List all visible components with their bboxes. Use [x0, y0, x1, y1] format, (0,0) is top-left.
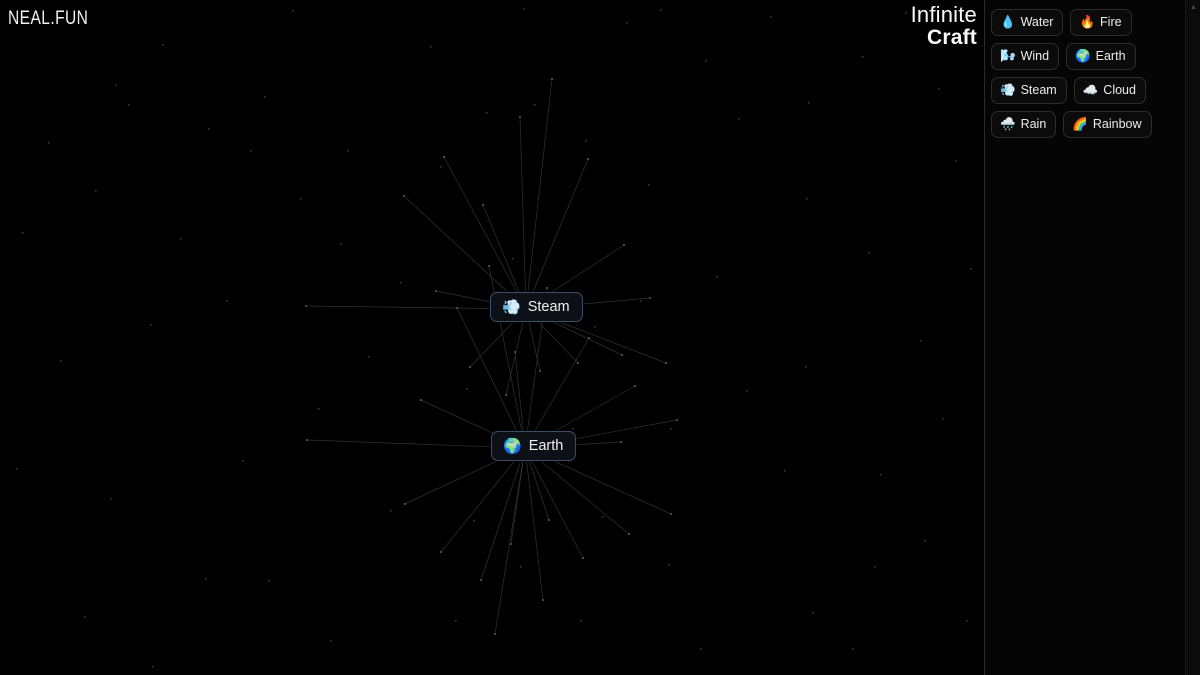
fire-emoji: 🔥	[1079, 15, 1096, 30]
node-connection-rays	[305, 78, 678, 635]
element-item-rain[interactable]: 🌧️ Rain	[991, 110, 1057, 138]
element-item-label: Fire	[1100, 15, 1122, 29]
cloud-emoji: ☁️	[1082, 82, 1099, 97]
rainbow-emoji: 🌈	[1072, 116, 1088, 131]
element-item-steam[interactable]: 💨 Steam	[991, 76, 1067, 104]
canvas-node-earth[interactable]: 🌍 Earth	[491, 431, 577, 461]
element-item-water[interactable]: 💧 Water	[991, 9, 1064, 36]
element-item-label: Water	[1020, 15, 1054, 29]
element-item-earth[interactable]: 🌍 Earth	[1066, 42, 1136, 70]
game-title: Infinite Craft	[905, 2, 977, 49]
element-item-rainbow[interactable]: 🌈 Rainbow	[1063, 110, 1152, 138]
steam-emoji: 💨	[502, 298, 521, 316]
game-title-line2: Craft	[926, 25, 977, 49]
canvas-node-steam[interactable]: 💨 Steam	[490, 292, 583, 322]
canvas-node-label: Steam	[527, 299, 570, 315]
canvas-node-label: Earth	[528, 438, 564, 454]
element-item-label: Cloud	[1103, 82, 1136, 97]
sidebar-scrollbar[interactable]: ▲	[1185, 0, 1200, 675]
earth-globe-emoji: 🌍	[1075, 49, 1091, 64]
element-item-label: Earth	[1095, 48, 1126, 63]
element-item-label: Steam	[1020, 82, 1057, 97]
element-item-fire[interactable]: 🔥 Fire	[1070, 9, 1132, 36]
rain-cloud-emoji: 🌧️	[1000, 116, 1016, 131]
scroll-up-arrow-icon[interactable]: ▲	[1186, 0, 1200, 14]
infinite-craft-canvas[interactable]: NEAL.FUN 💨 Steam 🌍 Earth	[0, 0, 984, 675]
game-title-line1: Infinite	[910, 2, 977, 27]
earth-emoji: 🌍	[503, 437, 522, 455]
neal-fun-logo[interactable]: NEAL.FUN	[8, 8, 88, 30]
element-item-label: Wind	[1020, 48, 1050, 63]
element-sidebar: 💧 Water 🔥 Fire 🌬️ Wind 🌍 Earth 💨 Steam ☁️ Cloud 🌧️ Ra…	[984, 0, 1200, 675]
element-item-label: Rain	[1020, 116, 1047, 131]
steam-emoji: 💨	[1000, 82, 1016, 97]
element-item-cloud[interactable]: ☁️ Cloud	[1073, 76, 1146, 104]
wind-emoji: 🌬️	[1000, 49, 1016, 64]
element-list: 💧 Water 🔥 Fire 🌬️ Wind 🌍 Earth 💨 Steam ☁️ Cloud 🌧️ Ra…	[991, 9, 1182, 138]
element-item-label: Rainbow	[1092, 116, 1142, 131]
element-item-wind[interactable]: 🌬️ Wind	[991, 42, 1060, 70]
water-droplet-emoji: 💧	[1000, 15, 1016, 30]
